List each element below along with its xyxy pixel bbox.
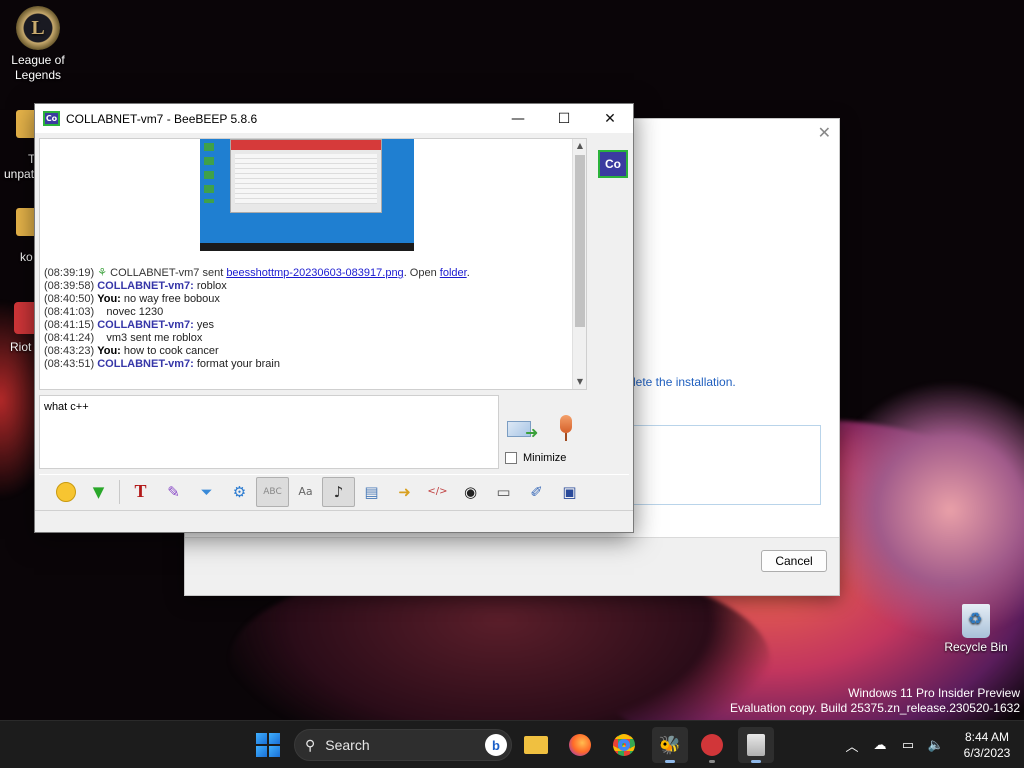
color-icon[interactable]: ✎ [157, 477, 190, 507]
desktop-icon-label: Recycle Bin [944, 640, 1008, 654]
minimize-checkbox[interactable] [505, 452, 517, 464]
search-icon: ⚲ [305, 736, 316, 753]
maximize-button[interactable]: ☐ [541, 104, 587, 133]
code-icon[interactable]: </> [421, 477, 454, 507]
close-icon[interactable]: ✕ [818, 123, 831, 142]
filter-icon[interactable]: ⏷ [190, 477, 223, 507]
save-icon[interactable]: ▣ [553, 477, 586, 507]
document-icon[interactable]: ▤ [355, 477, 388, 507]
download-icon[interactable]: ▼ [82, 477, 115, 507]
beebeep-taskbar-icon[interactable]: 🐝 [652, 727, 688, 763]
chat-toolbar: ▼ T ✎ ⏷ ⚙ ABC Aa ♪ ▤ ➜ </> ◉ ▭ ✐ ▣ [39, 474, 629, 508]
send-file-icon[interactable]: ➜ [388, 477, 421, 507]
bing-icon[interactable]: b [485, 734, 507, 756]
screenshot-thumbnail[interactable] [200, 139, 414, 251]
desktop-icon-recycle-bin[interactable]: ♻ Recycle Bin [936, 596, 1016, 655]
minimize-label: Minimize [523, 452, 567, 464]
file-link[interactable]: beesshottmp-20230603-083917.png [226, 267, 403, 279]
file-share-icon: ⚘ [97, 267, 108, 279]
screenshot-icon[interactable]: ◉ [454, 477, 487, 507]
volume-icon[interactable]: 🔈 [922, 737, 950, 753]
message-input-text: what c++ [44, 401, 89, 413]
minimize-button[interactable]: — [495, 104, 541, 133]
title-bar[interactable]: Co COLLABNET-vm7 - BeeBEEP 5.8.6 — ☐ ✕ [35, 104, 633, 133]
desktop-icon-label: League of Legends [11, 53, 65, 82]
league-of-legends-icon: L [16, 6, 60, 50]
folder-link[interactable]: folder [440, 267, 467, 279]
app-icon: Co [43, 111, 60, 126]
cloud-offline-icon[interactable]: ☁ [866, 737, 894, 753]
user-avatar[interactable]: Co [598, 150, 628, 178]
clock-date: 6/3/2023 [963, 746, 1011, 760]
chat-history[interactable]: (08:39:19) ⚘ COLLABNET-vm7 sent beesshot… [39, 138, 587, 390]
dictionary-icon[interactable]: Aa [289, 477, 322, 507]
installer-message: lete the installation. [633, 375, 736, 389]
message-row: (08:39:58) COLLABNET-vm7: roblox [44, 280, 227, 292]
message-row: (08:40:50) You: no way free boboux [44, 293, 220, 305]
message-row: (08:41:15) COLLABNET-vm7: yes [44, 319, 214, 331]
chrome-icon[interactable] [606, 727, 642, 763]
window-title: COLLABNET-vm7 - BeeBEEP 5.8.6 [66, 111, 258, 126]
taskbar: ⚲ Search b 🐝 ︿ ☁ ▭ 🔈 8:44 AM 6/3/2023 [0, 720, 1024, 768]
spellcheck-icon[interactable]: ABC [256, 476, 289, 507]
recycle-bin-icon: ♻ [956, 596, 996, 640]
system-tray: ︿ ☁ ▭ 🔈 8:44 AM 6/3/2023 [838, 721, 1024, 768]
settings-icon[interactable]: ⚙ [223, 477, 256, 507]
message-row: (08:41:03) novec 1230 [44, 306, 164, 318]
font-icon[interactable]: T [124, 477, 157, 507]
watermark-line-2: Evaluation copy. Build 25375.zn_release.… [730, 701, 1020, 715]
scroll-thumb[interactable] [575, 155, 585, 327]
close-button[interactable]: ✕ [587, 104, 633, 133]
edit-icon[interactable]: ✐ [520, 477, 553, 507]
beebeep-window: Co COLLABNET-vm7 - BeeBEEP 5.8.6 — ☐ ✕ (… [34, 103, 634, 533]
message-row: (08:43:23) You: how to cook cancer [44, 345, 219, 357]
message-row: (08:41:24) vm3 sent me roblox [44, 332, 203, 344]
message-row: (08:43:51) COLLABNET-vm7: format your br… [44, 358, 280, 370]
microphone-icon[interactable] [555, 415, 577, 445]
chat-scrollbar[interactable]: ▲ ▼ [572, 139, 586, 389]
scroll-down-icon[interactable]: ▼ [573, 375, 587, 389]
scroll-up-icon[interactable]: ▲ [573, 139, 587, 153]
windows-watermark: Windows 11 Pro Insider Preview Evaluatio… [730, 686, 1020, 716]
chevron-up-icon[interactable]: ︿ [838, 736, 866, 755]
message-list: (08:39:19) ⚘ COLLABNET-vm7 sent beesshot… [44, 267, 568, 371]
file-explorer-icon[interactable] [518, 727, 554, 763]
start-button[interactable] [256, 733, 280, 757]
installer-content-box [625, 425, 821, 505]
clock-time: 8:44 AM [964, 730, 1010, 744]
terminal-icon[interactable]: ▭ [487, 477, 520, 507]
network-icon[interactable]: ▭ [894, 737, 922, 753]
riot-client-icon[interactable] [694, 727, 730, 763]
watermark-line-1: Windows 11 Pro Insider Preview [848, 686, 1020, 700]
firefox-icon[interactable] [562, 727, 598, 763]
status-bar [35, 510, 633, 532]
emoji-icon[interactable] [49, 477, 82, 507]
message-row: (08:39:19) ⚘ COLLABNET-vm7 sent beesshot… [44, 267, 470, 279]
installer-taskbar-icon[interactable] [738, 727, 774, 763]
installer-footer: Cancel [185, 537, 839, 595]
send-message-icon[interactable]: ➜ [507, 417, 539, 442]
sound-icon[interactable]: ♪ [322, 476, 355, 507]
desktop-icon-league-of-legends[interactable]: L League of Legends [0, 6, 76, 83]
search-label: Search [325, 737, 370, 753]
minimize-option[interactable]: Minimize [505, 452, 566, 464]
message-input[interactable]: what c++ [39, 395, 499, 469]
clock[interactable]: 8:44 AM 6/3/2023 [950, 729, 1024, 761]
user-panel: Co [591, 138, 631, 468]
cancel-button[interactable]: Cancel [761, 550, 827, 572]
taskbar-search[interactable]: ⚲ Search b [294, 729, 512, 761]
